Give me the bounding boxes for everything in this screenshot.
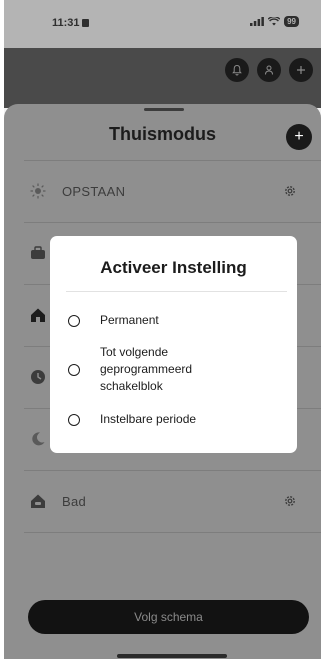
option-permanent[interactable]: Permanent [68,312,240,329]
gear-icon[interactable] [283,494,297,508]
option-adjustable-period[interactable]: Instelbare periode [68,411,240,428]
row-divider [24,532,321,533]
briefcase-icon [29,244,47,262]
mode-row-bad[interactable]: Bad [4,470,321,532]
radio-button[interactable] [68,363,80,376]
sheet-handle[interactable] [144,108,184,111]
option-until-next-block[interactable]: Tot volgende geprogrammeerd schakelblok [68,344,220,395]
clock-icon [29,368,47,386]
radio-button[interactable] [68,413,80,426]
phone-frame: 11:31 99 Thuismodus + OPSTAAN Bad Volg s… [0,0,321,659]
signal-icon [250,17,264,26]
activate-setting-dialog: Activeer Instelling Permanent Tot volgen… [50,236,297,453]
moon-icon [29,430,47,448]
notifications-button[interactable] [225,58,249,82]
add-mode-button[interactable]: + [286,124,312,150]
add-header-button[interactable] [289,58,313,82]
status-icons: 99 [250,16,299,27]
mode-row-opstaan[interactable]: OPSTAAN [4,160,321,222]
plus-icon [297,66,305,74]
app-screen: 11:31 99 Thuismodus + OPSTAAN Bad Volg s… [4,0,321,659]
battery-indicator: 99 [284,16,299,27]
status-bar: 11:31 99 [4,0,321,48]
dialog-divider [66,291,287,292]
option-label: Permanent [100,313,159,327]
option-label: Tot volgende geprogrammeerd schakelblok [100,345,193,393]
follow-schedule-button[interactable]: Volg schema [28,600,309,634]
wifi-icon [268,17,281,26]
mode-row-label: Bad [62,493,87,509]
option-label: Instelbare periode [100,412,197,426]
sun-icon [29,182,47,200]
time-text: 11:31 [52,17,80,29]
dialog-title: Activeer Instelling [100,258,247,277]
mode-row-label: OPSTAAN [62,183,126,199]
bell-icon [232,64,242,76]
calendar-status-icon [81,19,89,27]
sheet-title: Thuismodus [109,124,216,144]
gear-icon[interactable] [283,184,297,198]
user-icon [265,65,273,75]
status-time: 11:31 [52,17,89,29]
home-indicator [117,654,227,658]
profile-button[interactable] [257,58,281,82]
radio-button[interactable] [68,314,80,327]
home-icon [29,306,47,324]
bath-home-icon [29,492,47,510]
